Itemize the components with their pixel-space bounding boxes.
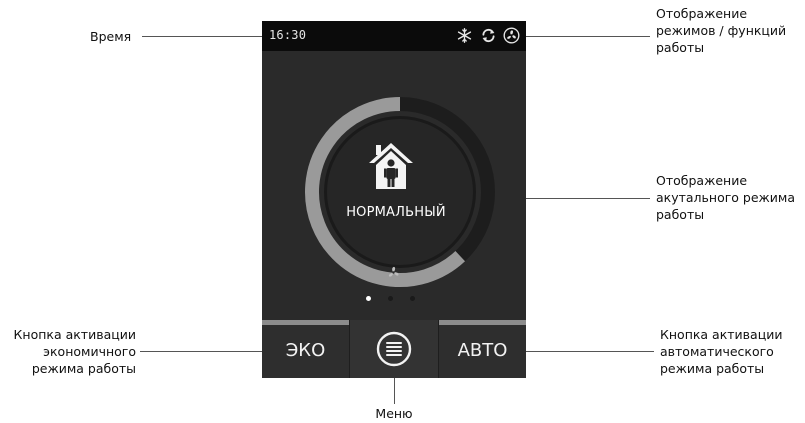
recycle-arrows-icon	[482, 28, 495, 43]
label-current-mode: Отображение акутального режима работы	[656, 173, 796, 222]
current-mode-label: НОРМАЛЬНЫЙ	[346, 205, 446, 220]
fan-icon	[503, 27, 520, 44]
label-time: Время	[90, 29, 132, 44]
house-person-icon	[369, 143, 413, 189]
eco-button[interactable]: ЭКО	[262, 320, 349, 378]
mode-dial[interactable]	[302, 94, 498, 290]
menu-button[interactable]	[349, 320, 439, 378]
page-dot[interactable]	[388, 296, 393, 301]
leader-eco-button	[140, 351, 268, 352]
leader-auto-button	[516, 351, 654, 352]
auto-button-label: АВТО	[457, 340, 508, 361]
eco-button-indicator	[262, 320, 349, 325]
label-auto-button: Кнопка активации автоматического режима …	[660, 327, 783, 376]
menu-list-icon	[376, 331, 412, 367]
eco-button-label: ЭКО	[285, 340, 326, 361]
label-eco-button: Кнопка активации экономичного режима раб…	[13, 327, 136, 376]
page-indicator	[366, 296, 426, 304]
label-menu: Меню	[375, 406, 413, 421]
fan-speed-icon	[388, 266, 399, 277]
leader-time	[142, 36, 268, 37]
label-modes-functions: Отображение режимов / функций работы	[656, 6, 787, 55]
bottom-button-row: ЭКО АВТО	[262, 320, 526, 378]
auto-button-indicator	[439, 320, 526, 325]
leader-modes-functions	[520, 36, 650, 37]
page-dot[interactable]	[366, 296, 371, 301]
clock: 16:30	[269, 28, 307, 42]
snowflake-icon	[457, 28, 472, 43]
auto-button[interactable]: АВТО	[439, 320, 526, 378]
page-dot[interactable]	[410, 296, 415, 301]
device-screen: 16:30 НОРМАЛЬНЫЙ ЭКО АВТО	[262, 21, 526, 378]
status-bar: 16:30	[262, 21, 526, 51]
